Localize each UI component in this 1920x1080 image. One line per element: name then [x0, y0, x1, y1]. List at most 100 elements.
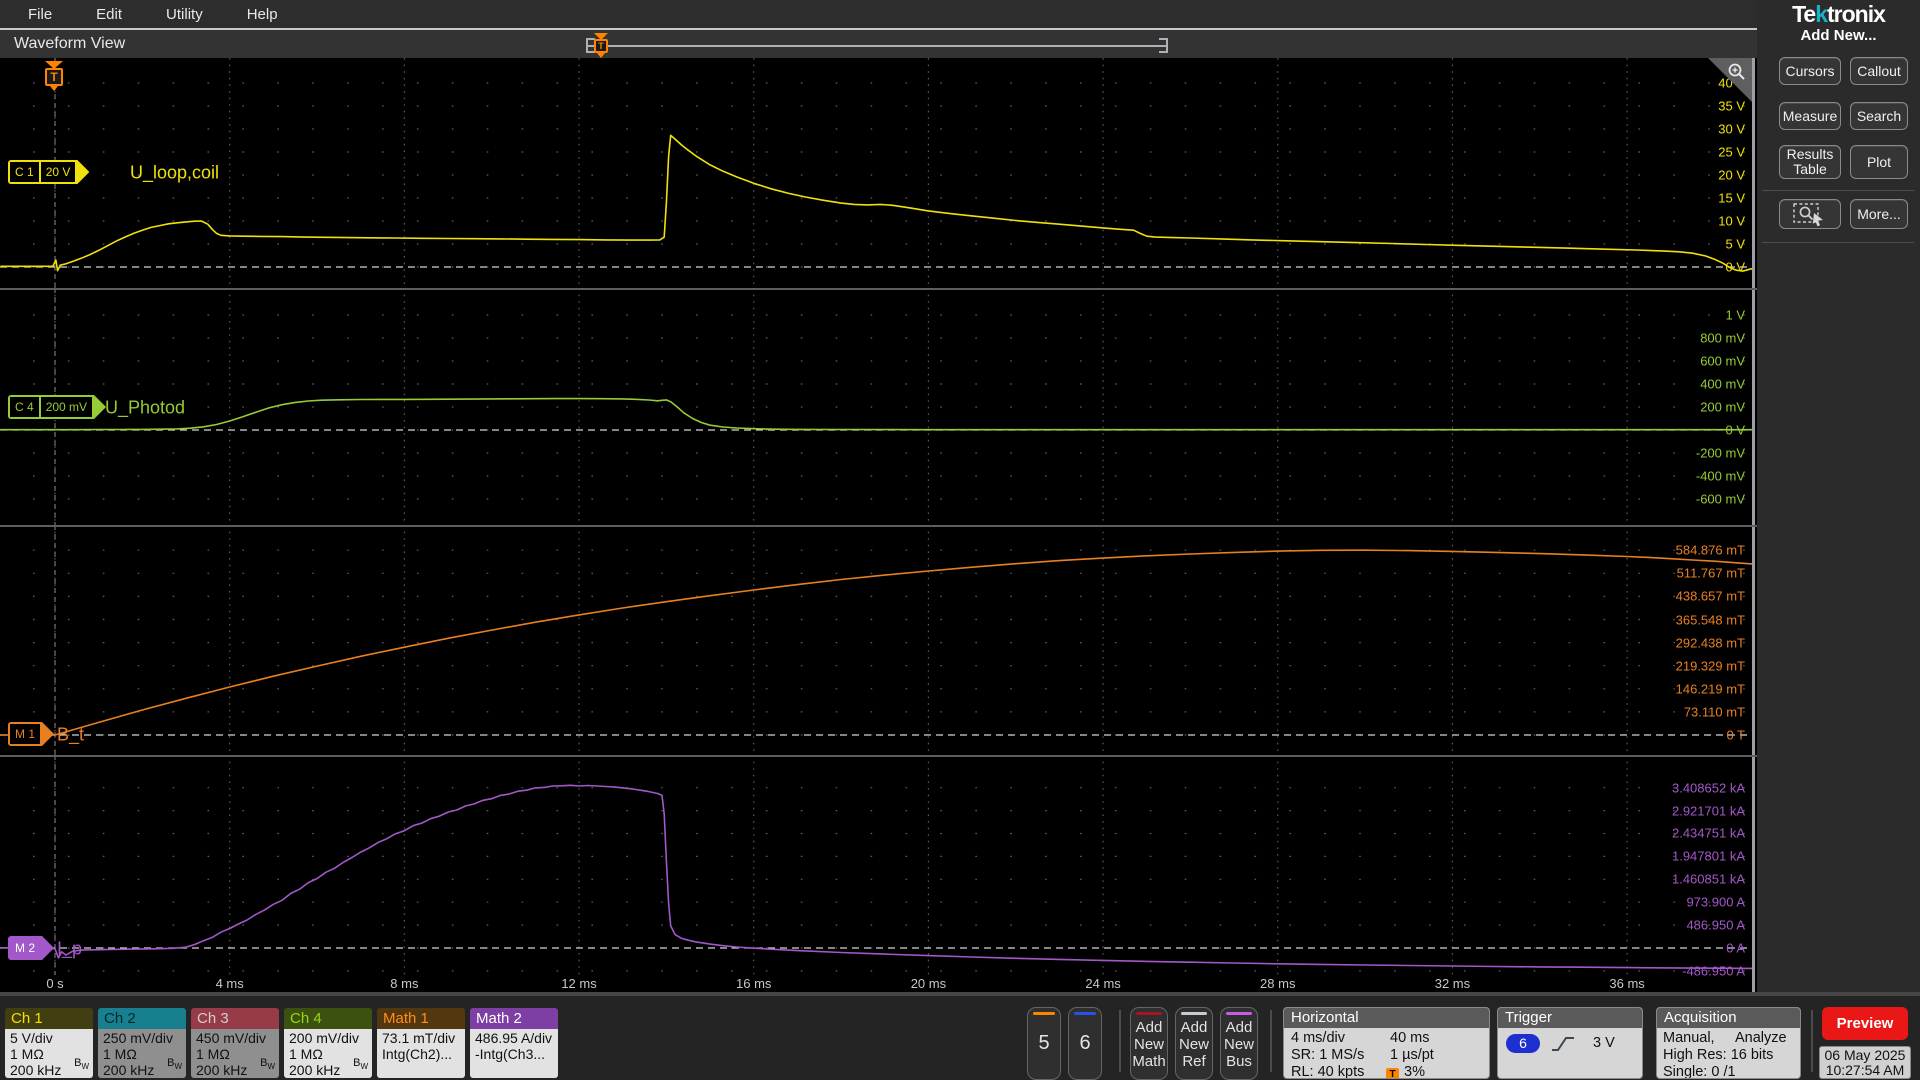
- time-tick-label: 20 ms: [910, 976, 947, 991]
- plot-ch1: 40 V 35 V 30 V 25 V 20 V 15 V 10 V5 V0 V U_loop…: [0, 58, 1757, 288]
- trigger-position-marker[interactable]: T: [594, 33, 608, 58]
- channel-flag-ch1[interactable]: C 1 20 V: [8, 160, 89, 184]
- waveform-slot-button-6[interactable]: 6: [1068, 1007, 1102, 1080]
- axis-tick-label: 800 mV: [1700, 330, 1745, 346]
- axis-tick-label: 973.900 A: [1686, 894, 1745, 910]
- add-button-label: Add New Ref: [1178, 1019, 1209, 1070]
- add-new-ref-button[interactable]: Add New Ref: [1175, 1007, 1213, 1080]
- axis-tick-label: 2.434751 kA: [1671, 825, 1745, 841]
- channel-badge-body: 450 mV/div 1 MΩ 200 kHz BW: [191, 1029, 279, 1078]
- slot-number: 5: [1038, 1032, 1050, 1054]
- tektronix-logo: Tektronix: [1792, 1, 1886, 27]
- preview-button[interactable]: Preview: [1822, 1007, 1908, 1040]
- horizontal-panel-title: Horizontal: [1284, 1008, 1489, 1028]
- plot-ch4: 1 V 800 mV 600 mV 400 mV 200 mV 0 V -200 mV -40…: [0, 288, 1757, 525]
- add-new-math-button[interactable]: Add New Math: [1130, 1007, 1168, 1080]
- trigger-position-value: T 3%: [1386, 1064, 1425, 1078]
- menu-item-edit[interactable]: Edit: [96, 6, 122, 23]
- trigger-t-icon: T: [45, 68, 63, 86]
- more-button[interactable]: More...: [1850, 199, 1908, 229]
- axis-tick-label: 30 V: [1718, 121, 1745, 137]
- acquisition-panel[interactable]: Acquisition Manual, Analyze High Res: 16…: [1656, 1007, 1801, 1079]
- channel-badge-body: 73.1 mT/div Intg(Ch2)...: [377, 1029, 465, 1078]
- bandwidth-limit-icon: BW: [74, 1056, 89, 1071]
- sidebar-button-plot[interactable]: Plot: [1850, 145, 1908, 179]
- trigger-panel-title: Trigger: [1498, 1008, 1642, 1028]
- channel-badge-ch3[interactable]: Ch 3 450 mV/div 1 MΩ 200 kHz BW: [191, 1008, 279, 1078]
- waveform-view-title: Waveform View: [14, 35, 126, 52]
- waveform-label-ch4[interactable]: U_Photod: [105, 398, 185, 419]
- axis-tick-label: 20 V: [1718, 167, 1745, 183]
- oscilloscope-screen: File Edit Utility Help Waveform View T T: [0, 0, 1920, 1080]
- record-length: RL: 40 kpts: [1291, 1064, 1365, 1079]
- horizontal-window: 40 ms: [1390, 1030, 1430, 1046]
- slot-number: 6: [1079, 1032, 1091, 1054]
- plot-separator: [0, 755, 1757, 757]
- channel-badge-ch1[interactable]: Ch 15 V/div 1 MΩ 200 kHz BW: [5, 1008, 93, 1078]
- axis-tick-label: 584.876 mT: [1675, 542, 1745, 558]
- zoom-select-button[interactable]: [1779, 199, 1841, 229]
- channel-scale: 200 mV/div: [289, 1030, 360, 1046]
- trigger-t-icon: T: [594, 39, 608, 53]
- slot-color-strip: [1181, 1012, 1207, 1015]
- sidebar-button-measure[interactable]: Measure: [1779, 102, 1841, 130]
- axis-tick-label: 0 A: [1726, 940, 1745, 956]
- waveform-label-ch1[interactable]: U_loop,coil: [130, 163, 219, 184]
- time-tick-label: 24 ms: [1085, 976, 1121, 991]
- axis-tick-label: 292.438 mT: [1675, 635, 1745, 651]
- channel-scale: 486.95 A/div: [475, 1030, 553, 1046]
- axis-tick-label: 1.460851 kA: [1671, 871, 1745, 887]
- acquisition-analyze: Analyze: [1735, 1030, 1787, 1046]
- menu-item-utility[interactable]: Utility: [166, 6, 203, 23]
- axis-tick-label: 10 V: [1718, 213, 1745, 229]
- rising-edge-icon: [1552, 1037, 1574, 1051]
- sidebar-button-results-table[interactable]: Results Table: [1779, 145, 1841, 179]
- time-tick-label: 12 ms: [561, 976, 597, 991]
- sidebar-button-search[interactable]: Search: [1850, 102, 1908, 130]
- menu-item-file[interactable]: File: [28, 6, 52, 23]
- channel-badge-ch2[interactable]: Ch 2 250 mV/div 1 MΩ 200 kHz BW: [98, 1008, 186, 1078]
- add-new-heading: Add New...: [1800, 27, 1877, 44]
- waveform-slot-button-5[interactable]: 5: [1027, 1007, 1061, 1080]
- zoom-select-icon: [1793, 203, 1823, 227]
- trigger-tail-icon: [50, 86, 58, 91]
- plot-math1: 584.876 mT 511.767 mT 438.657 mT 365.548 mT…: [0, 525, 1757, 755]
- add-new-bus-button[interactable]: Add New Bus: [1220, 1007, 1258, 1080]
- sidebar-button-callout[interactable]: Callout: [1850, 57, 1908, 85]
- trace-ch1: [0, 134, 1754, 272]
- time-tick-label: 32 ms: [1434, 976, 1471, 991]
- channel-flag-ch4[interactable]: C 4 200 mV: [8, 395, 106, 419]
- channel-badge-math2[interactable]: Math 2 486.95 A/div -Intg(Ch3...: [470, 1008, 558, 1078]
- time-value: 10:27:54 AM: [1825, 1062, 1905, 1078]
- slot-color-strip: [1226, 1012, 1252, 1015]
- axis-tick-label: 73.110 mT: [1683, 704, 1745, 720]
- trigger-panel[interactable]: Trigger 6 3 V: [1497, 1007, 1643, 1079]
- time-tick-label: 28 ms: [1260, 976, 1296, 991]
- channel-scale: 450 mV/div: [196, 1030, 267, 1046]
- trigger-t-icon: T: [1386, 1068, 1399, 1078]
- menu-item-help[interactable]: Help: [247, 6, 278, 23]
- channel-flag-text: 200 mV: [41, 397, 92, 417]
- trigger-time-flag[interactable]: T: [45, 61, 63, 91]
- axis-tick-label: 0 V: [1725, 422, 1745, 438]
- trace-math1: [0, 549, 1754, 736]
- horizontal-position-indicator[interactable]: T: [586, 33, 1168, 58]
- axis-tick-label: 0 V: [1725, 259, 1745, 275]
- sidebar-button-cursors[interactable]: Cursors: [1779, 57, 1841, 85]
- channel-badge-ch4[interactable]: Ch 4 200 mV/div 1 MΩ 200 kHz BW: [284, 1008, 372, 1078]
- acquisition-single: Single: 0 /1: [1663, 1064, 1736, 1079]
- bottombar-divider: [1119, 1010, 1121, 1072]
- axis-tick-label: 15 V: [1718, 190, 1745, 206]
- waveform-label-math2[interactable]: I_p: [57, 939, 82, 960]
- waveform-label-math1[interactable]: B_t: [57, 725, 84, 746]
- magnifier-icon: [1728, 63, 1745, 80]
- channel-badge-math1[interactable]: Math 1 73.1 mT/div Intg(Ch2)...: [377, 1008, 465, 1078]
- axis-tick-label: 0 T: [1726, 727, 1745, 743]
- channel-badge-header: Ch 4: [284, 1008, 372, 1029]
- slot-color-strip: [1074, 1012, 1096, 1015]
- horizontal-panel[interactable]: Horizontal 4 ms/div 40 ms SR: 1 MS/s 1 µ…: [1283, 1007, 1490, 1079]
- bandwidth-limit-icon: BW: [353, 1056, 368, 1071]
- axis-tick-label: 200 mV: [1700, 399, 1745, 415]
- channel-impedance: -Intg(Ch3...: [475, 1046, 546, 1062]
- axis-tick-label: 486.950 A: [1686, 917, 1745, 933]
